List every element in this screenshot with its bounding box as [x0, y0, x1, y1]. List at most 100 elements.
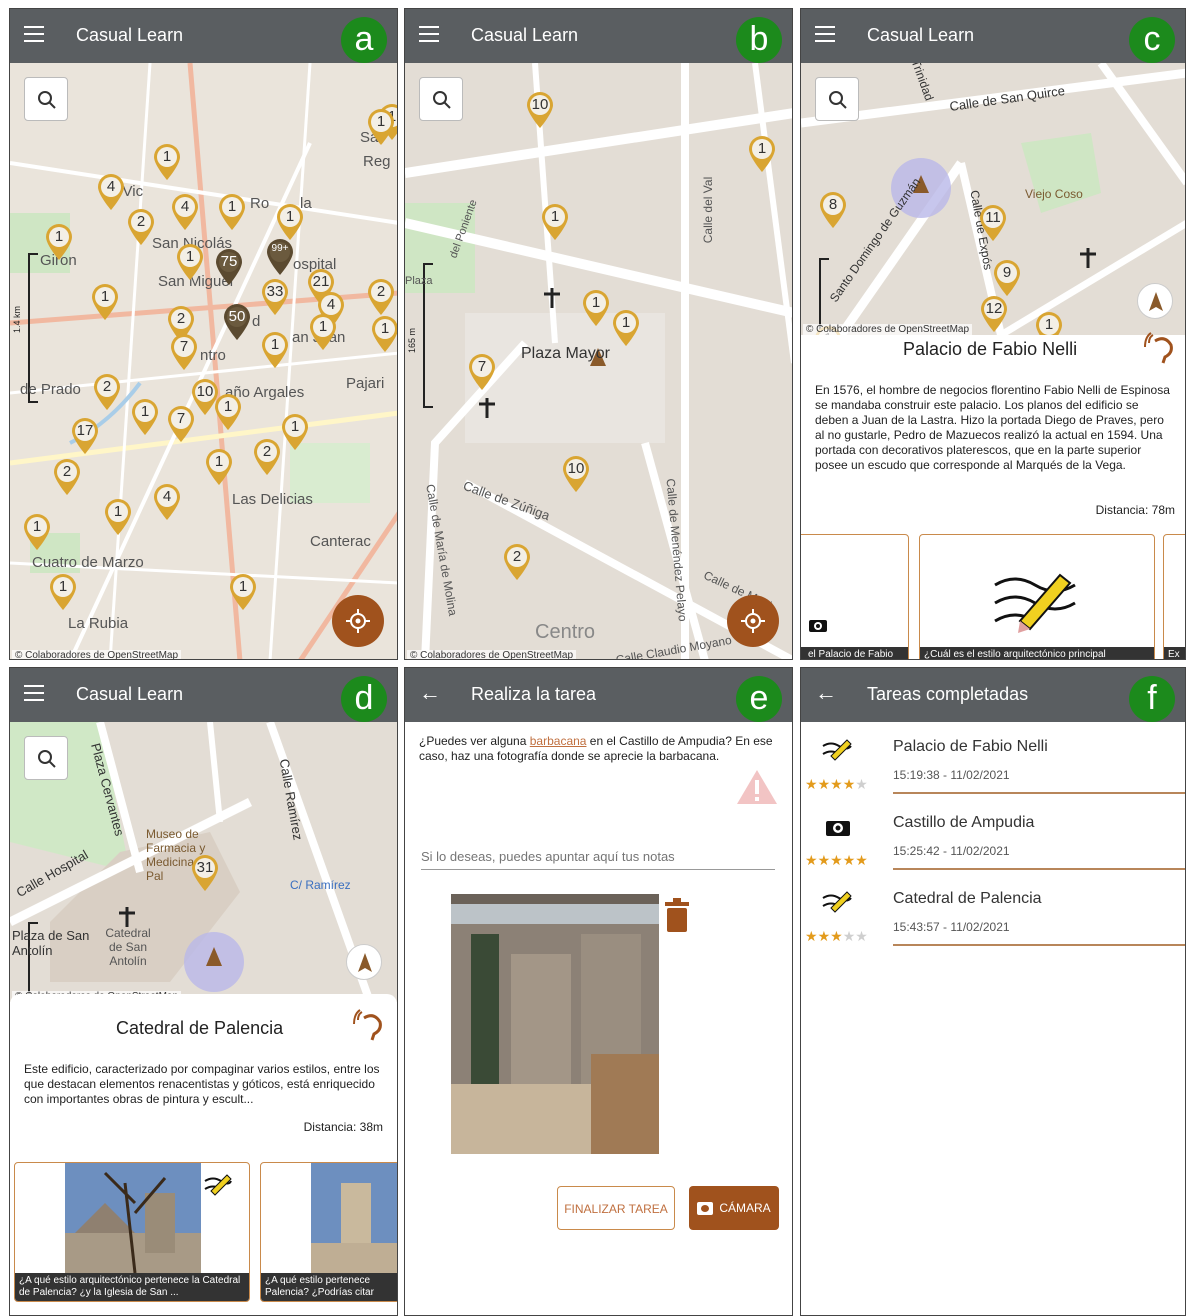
warning-icon[interactable] [735, 768, 779, 806]
map-view[interactable]: Calle de San Quirce Viejo Coso Santo Dom… [801, 63, 1185, 335]
map-pin-count: 1 [140, 403, 150, 420]
question-link[interactable]: barbacana [530, 734, 587, 748]
map-pin[interactable]: 1 [175, 243, 205, 281]
map-pin[interactable]: 1 [213, 393, 243, 431]
map-view[interactable]: Plaza Mayor Calle del Val Calle de Zúñig… [405, 63, 792, 659]
map-pin[interactable]: 1 [204, 448, 234, 486]
menu-icon[interactable] [815, 26, 835, 42]
search-button[interactable] [815, 77, 859, 121]
map-pin[interactable]: 31 [190, 854, 220, 892]
map-pin[interactable]: 9 [992, 259, 1022, 297]
map-label: Viejo Coso [1025, 187, 1083, 201]
map-pin[interactable]: 10 [525, 91, 555, 129]
map-pin-count: 1 [757, 140, 767, 157]
task-card-caption: ¿A qué estilo arquitectónico pertenece l… [15, 1273, 249, 1301]
delete-icon[interactable] [663, 898, 691, 934]
map-pin[interactable]: 7 [169, 333, 199, 371]
map-pin[interactable]: 1 [370, 315, 397, 353]
locate-button[interactable] [727, 595, 779, 647]
map-pin[interactable]: 1 [747, 135, 777, 173]
map-pin[interactable]: 1 [22, 513, 52, 551]
map-pin[interactable]: 50 [222, 303, 252, 341]
map-pin[interactable]: 4 [152, 483, 182, 521]
map-pin[interactable]: 11 [978, 204, 1008, 242]
map-pin[interactable]: 1 [152, 143, 182, 181]
back-arrow-icon[interactable]: ← [815, 680, 837, 706]
completed-task-row[interactable]: ★★★★★ Palacio de Fabio Nelli 15:19:38 - 11… [801, 728, 1185, 804]
completed-task-row[interactable]: ★★★★★ Castillo de Ampudia 15:25:42 - 11/02… [801, 804, 1185, 880]
panel-letter: d [341, 676, 387, 722]
map-pin[interactable]: 17 [70, 417, 100, 455]
map-pin[interactable]: 1 [48, 573, 78, 611]
map-pin-count: 8 [828, 196, 838, 213]
map-pin[interactable]: 1 [217, 193, 247, 231]
task-card[interactable]: el Palacio de Fabio [801, 534, 909, 659]
notes-input[interactable] [421, 844, 775, 870]
map-pin[interactable]: 1 [540, 203, 570, 241]
map-pin[interactable]: 33 [260, 278, 290, 316]
map-view[interactable]: Giron Sa Reg a Vic Ro la San Nicolás San… [10, 63, 397, 659]
map-pin[interactable]: 2 [366, 278, 396, 316]
map-pin[interactable]: 12 [979, 295, 1009, 333]
map-pin-count: 31 [196, 859, 214, 876]
audio-icon[interactable] [352, 1008, 388, 1044]
app-bar: ← Realiza la tarea [405, 668, 792, 722]
map-pin[interactable]: 1 [275, 203, 305, 241]
map-pin[interactable]: 2 [502, 543, 532, 581]
map-pin[interactable]: 2 [52, 458, 82, 496]
map-pin[interactable]: 1 [90, 283, 120, 321]
map-pin-count: 1 [285, 208, 295, 225]
search-button[interactable] [419, 77, 463, 121]
map-pin[interactable]: 7 [166, 405, 196, 443]
map-pin[interactable]: 99+ [265, 238, 295, 276]
map-pin[interactable]: 1 [103, 498, 133, 536]
pen-icon [994, 573, 1076, 633]
menu-icon[interactable] [24, 685, 44, 701]
map-pin[interactable]: 8 [818, 191, 848, 229]
task-time: 15:25:42 - 11/02/2021 [893, 844, 1010, 858]
compass-button[interactable] [346, 944, 382, 980]
map-pin-count: 10 [567, 460, 585, 477]
map-pin[interactable]: 1 [581, 289, 611, 327]
map-pin[interactable]: 75 [214, 248, 244, 286]
map-pin[interactable]: 1 [260, 331, 290, 369]
map-label: Reg [363, 153, 391, 170]
finish-task-button[interactable]: FINALIZAR TAREA [557, 1186, 675, 1230]
locate-button[interactable] [332, 595, 384, 647]
camera-button[interactable]: CÁMARA [689, 1186, 779, 1230]
map-pin-count: 2 [102, 378, 112, 395]
back-arrow-icon[interactable]: ← [419, 680, 441, 706]
scale-label: 1.4 km [12, 305, 22, 333]
task-card[interactable]: ¿Cuál es el estilo arquitectónico princi… [919, 534, 1155, 659]
search-button[interactable] [24, 77, 68, 121]
map-pin[interactable]: 4 [170, 193, 200, 231]
map-pin[interactable]: 1 [366, 108, 396, 146]
place-distance: Distancia: 38m [303, 1120, 383, 1134]
map-pin[interactable]: 2 [126, 208, 156, 246]
map-pin[interactable]: 10 [561, 455, 591, 493]
completed-task-row[interactable]: ★★★★★ Catedral de Palencia 15:43:57 - 11/0… [801, 880, 1185, 956]
map-pin[interactable]: 1 [130, 398, 160, 436]
map-pin[interactable]: 4 [96, 173, 126, 211]
map-pin[interactable]: 1 [44, 223, 74, 261]
search-button[interactable] [24, 736, 68, 780]
row-divider [893, 944, 1185, 946]
map-pin[interactable]: 2 [92, 373, 122, 411]
map-pin[interactable]: 1 [308, 313, 338, 351]
task-card[interactable]: ¿A qué estilo pertenece Palencia? ¿Podrí… [260, 1162, 397, 1302]
map-pin[interactable]: 1 [611, 309, 641, 347]
audio-icon[interactable] [1143, 331, 1179, 367]
app-title: Casual Learn [76, 25, 184, 45]
menu-icon[interactable] [24, 26, 44, 42]
map-pin[interactable]: 1 [280, 413, 310, 451]
task-card[interactable]: Ex [1163, 534, 1185, 659]
map-pin[interactable]: 7 [467, 353, 497, 391]
map-pin[interactable]: 2 [252, 438, 282, 476]
map-pin[interactable]: 1 [228, 573, 258, 611]
map-view[interactable]: Plaza Cervantes Calle Ramírez Calle Hosp… [10, 722, 397, 1002]
task-card-caption: Ex [1164, 647, 1185, 659]
menu-icon[interactable] [419, 26, 439, 42]
compass-button[interactable] [1137, 283, 1173, 319]
task-card[interactable]: ¿A qué estilo arquitectónico pertenece l… [14, 1162, 250, 1302]
map-pin[interactable]: 1 [1034, 311, 1064, 335]
